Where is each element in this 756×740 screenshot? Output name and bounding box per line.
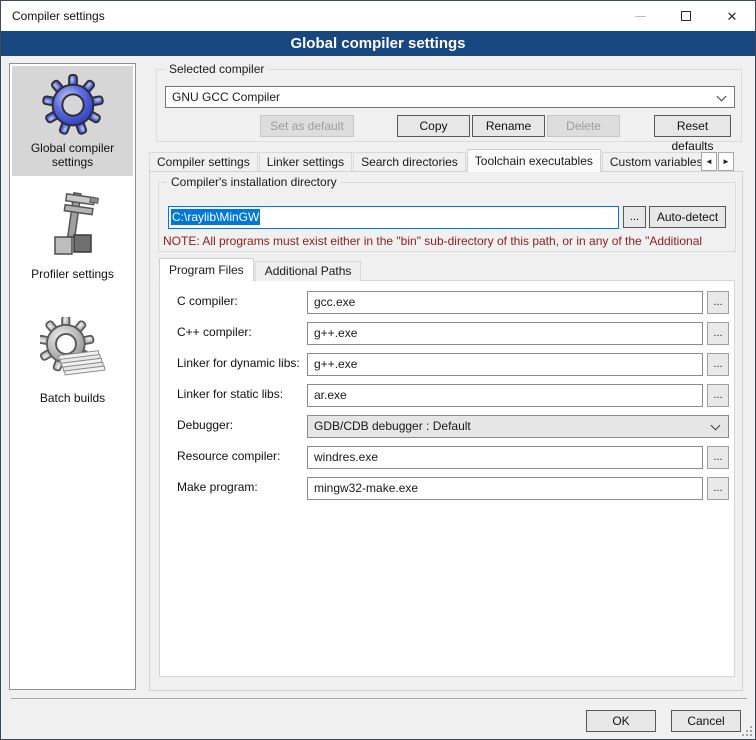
delete-button[interactable]: Delete — [547, 115, 620, 137]
field-row-dynamic-linker: Linker for dynamic libs: g++.exe ... — [160, 353, 734, 376]
static-linker-input[interactable]: ar.exe — [307, 384, 703, 407]
field-row-resource-compiler: Resource compiler: windres.exe ... — [160, 446, 734, 469]
tab-additional-paths[interactable]: Additional Paths — [255, 261, 362, 281]
browse-directory-button[interactable]: ... — [623, 206, 646, 228]
sidebar-item-profiler-settings[interactable]: Profiler settings — [12, 184, 133, 288]
tab-scroll-left-icon[interactable]: ◄ — [701, 152, 717, 171]
browse-button[interactable]: ... — [707, 291, 729, 314]
debugger-select-value: GDB/CDB debugger : Default — [314, 419, 471, 433]
installation-directory-group: Compiler's installation directory C:\ray… — [158, 182, 736, 252]
titlebar: Compiler settings ✕ — [1, 1, 755, 31]
page-title: Global compiler settings — [1, 31, 755, 56]
close-icon: ✕ — [727, 10, 738, 23]
maximize-button[interactable] — [663, 1, 709, 31]
auto-detect-button[interactable]: Auto-detect — [649, 206, 726, 228]
field-label: Linker for static libs: — [177, 387, 283, 401]
field-row-static-linker: Linker for static libs: ar.exe ... — [160, 384, 734, 407]
browse-button[interactable]: ... — [707, 446, 729, 469]
field-label: Debugger: — [177, 418, 233, 432]
tab-scroll-arrows: ◄ ► — [701, 152, 735, 171]
footer-divider — [11, 698, 747, 699]
selected-text: C:\raylib\MinGW — [171, 209, 260, 225]
resource-compiler-input[interactable]: windres.exe — [307, 446, 703, 469]
tab-search-directories[interactable]: Search directories — [353, 152, 466, 172]
installation-directory-input[interactable]: C:\raylib\MinGW — [168, 206, 619, 229]
sidebar-item-label: Profiler settings — [14, 267, 131, 281]
cancel-button[interactable]: Cancel — [671, 710, 741, 732]
group-label: Compiler's installation directory — [167, 175, 341, 189]
compiler-settings-dialog: Compiler settings ✕ Global compiler sett… — [0, 0, 756, 740]
ok-button[interactable]: OK — [586, 710, 656, 732]
tab-toolchain-executables[interactable]: Toolchain executables — [467, 149, 601, 172]
tab-custom-variables[interactable]: Custom variables — [602, 152, 701, 172]
rename-button[interactable]: Rename — [472, 115, 545, 137]
minimize-button[interactable] — [617, 1, 663, 31]
browse-button[interactable]: ... — [707, 477, 729, 500]
field-row-cpp-compiler: C++ compiler: g++.exe ... — [160, 322, 734, 345]
chevron-down-icon — [711, 421, 721, 431]
set-as-default-button[interactable]: Set as default — [260, 115, 354, 137]
sidebar-item-label: Batch builds — [14, 391, 131, 405]
tab-scroll-right-icon[interactable]: ► — [718, 152, 734, 171]
sidebar-item-global-compiler-settings[interactable]: Global compiler settings — [12, 66, 133, 176]
resize-grip[interactable] — [741, 725, 752, 736]
reset-defaults-button[interactable]: Reset defaults — [654, 115, 731, 137]
compiler-select[interactable]: GNU GCC Compiler — [165, 86, 735, 108]
sidebar-item-batch-builds[interactable]: Batch builds — [12, 310, 133, 412]
field-row-debugger: Debugger: GDB/CDB debugger : Default — [160, 415, 734, 438]
dynamic-linker-input[interactable]: g++.exe — [307, 353, 703, 376]
caliper-icon — [14, 189, 131, 267]
field-label: C compiler: — [177, 294, 238, 308]
field-label: Resource compiler: — [177, 449, 280, 463]
browse-button[interactable]: ... — [707, 384, 729, 407]
selected-compiler-group: Selected compiler GNU GCC Compiler Set a… — [156, 69, 742, 142]
field-row-c-compiler: C compiler: gcc.exe ... — [160, 291, 734, 314]
bin-subdirectory-note: NOTE: All programs must exist either in … — [163, 234, 735, 248]
tab-compiler-settings[interactable]: Compiler settings — [149, 152, 258, 172]
program-files-tabstrip: Program Files Additional Paths — [159, 258, 362, 281]
tab-program-files[interactable]: Program Files — [159, 258, 254, 281]
window-title: Compiler settings — [12, 1, 105, 31]
copy-button[interactable]: Copy — [397, 115, 470, 137]
settings-tabstrip: Compiler settings Linker settings Search… — [149, 149, 701, 172]
browse-button[interactable]: ... — [707, 322, 729, 345]
field-label: C++ compiler: — [177, 325, 252, 339]
maximize-icon — [681, 11, 691, 21]
field-row-make-program: Make program: mingw32-make.exe ... — [160, 477, 734, 500]
c-compiler-input[interactable]: gcc.exe — [307, 291, 703, 314]
gear-stack-icon — [14, 315, 131, 391]
tab-linker-settings[interactable]: Linker settings — [259, 152, 352, 172]
field-label: Linker for dynamic libs: — [177, 356, 300, 370]
minimize-icon — [635, 16, 646, 17]
browse-button[interactable]: ... — [707, 353, 729, 376]
sidebar: Global compiler settings Profiler settin… — [9, 63, 136, 690]
make-program-input[interactable]: mingw32-make.exe — [307, 477, 703, 500]
program-files-panel: C compiler: gcc.exe ... C++ compiler: g+… — [159, 280, 735, 677]
close-button[interactable]: ✕ — [709, 1, 755, 31]
chevron-down-icon — [717, 92, 727, 102]
group-label: Selected compiler — [165, 62, 268, 76]
compiler-select-value: GNU GCC Compiler — [172, 90, 280, 104]
gear-blue-icon — [14, 71, 131, 141]
cpp-compiler-input[interactable]: g++.exe — [307, 322, 703, 345]
sidebar-item-label: Global compiler settings — [14, 141, 131, 169]
debugger-select[interactable]: GDB/CDB debugger : Default — [307, 415, 729, 438]
field-label: Make program: — [177, 480, 258, 494]
